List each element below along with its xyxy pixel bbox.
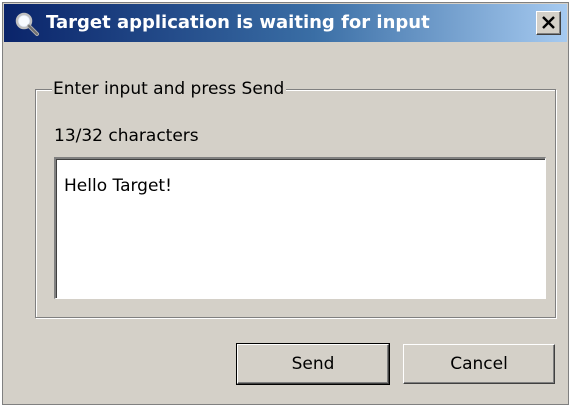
cancel-button[interactable]: Cancel (403, 344, 555, 384)
input-dialog: Target application is waiting for input … (2, 2, 569, 405)
character-count: 13/32 characters (54, 126, 199, 146)
input-textarea[interactable]: Hello Target! (54, 157, 546, 299)
groupbox-legend: Enter input and press Send (52, 77, 287, 101)
close-icon (542, 16, 555, 29)
window-title: Target application is waiting for input (46, 12, 430, 33)
magnifier-icon (14, 11, 40, 37)
send-button[interactable]: Send (236, 343, 390, 385)
close-button[interactable] (536, 11, 561, 35)
title-bar[interactable]: Target application is waiting for input (4, 4, 567, 42)
